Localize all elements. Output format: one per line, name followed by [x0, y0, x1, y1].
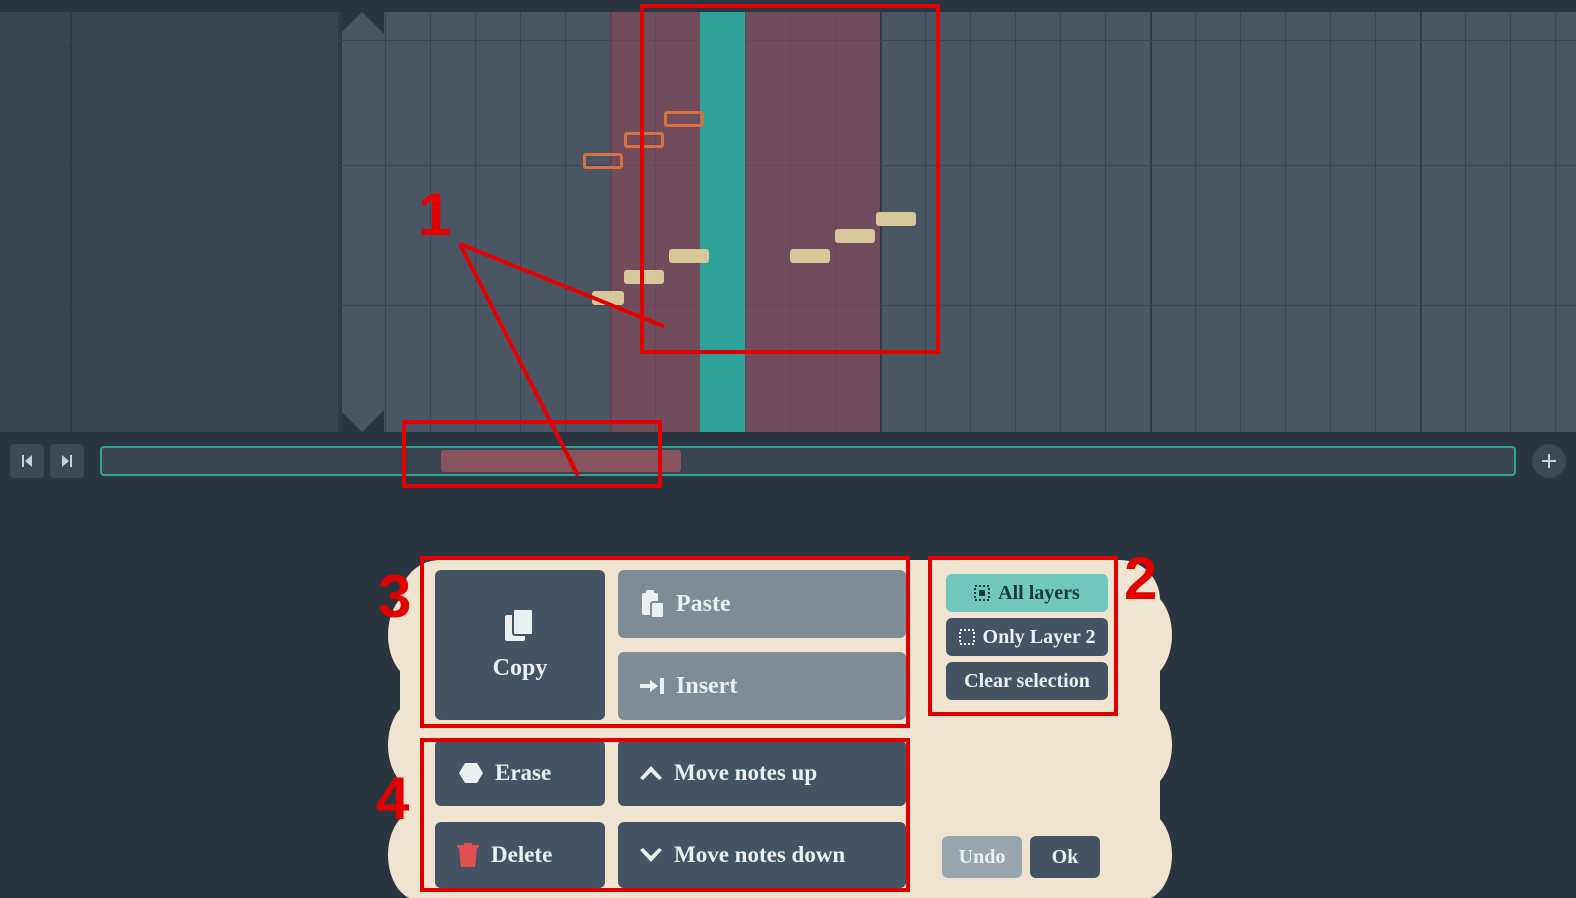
selection-region[interactable]: [745, 12, 880, 432]
add-button[interactable]: [1532, 444, 1566, 478]
selection-region[interactable]: [610, 12, 700, 432]
note[interactable]: [790, 249, 830, 263]
all-layers-button[interactable]: All layers: [946, 574, 1108, 612]
note[interactable]: [876, 212, 916, 226]
note[interactable]: [624, 270, 664, 284]
grid-column: [925, 12, 970, 432]
grid-column: [385, 12, 430, 432]
select-all-icon: [974, 585, 990, 601]
grid-column: [1375, 12, 1420, 432]
grid-column: [70, 12, 115, 432]
grid-column: [1285, 12, 1330, 432]
grid-column: [115, 12, 160, 432]
move-up-button[interactable]: Move notes up: [618, 740, 906, 806]
grid-column: [1240, 12, 1285, 432]
grid-column: [205, 12, 250, 432]
trash-icon: [457, 843, 479, 867]
insert-button[interactable]: Insert: [618, 652, 906, 720]
grid-column: [1105, 12, 1150, 432]
prev-button[interactable]: [10, 444, 44, 478]
note[interactable]: [835, 229, 875, 243]
note-outline[interactable]: [583, 153, 623, 169]
grid-column: [475, 12, 520, 432]
all-layers-label: All layers: [998, 582, 1080, 605]
chevron-up-icon: [640, 766, 662, 780]
grid-column: [1555, 12, 1576, 432]
timeline-selection-marker[interactable]: [441, 450, 681, 472]
grid-column: [160, 12, 205, 432]
clear-selection-label: Clear selection: [964, 670, 1090, 693]
delete-label: Delete: [491, 842, 552, 868]
note[interactable]: [669, 249, 709, 263]
copy-button[interactable]: Copy: [435, 570, 605, 720]
grid-column: [1465, 12, 1510, 432]
grid-column: [430, 12, 475, 432]
move-down-button[interactable]: Move notes down: [618, 822, 906, 888]
erase-icon: [457, 763, 483, 783]
note[interactable]: [592, 291, 624, 305]
note-outline[interactable]: [624, 132, 664, 148]
select-layer-icon: [959, 629, 975, 645]
grid-column: [1510, 12, 1555, 432]
playhead[interactable]: [700, 12, 745, 432]
ok-label: Ok: [1052, 846, 1079, 869]
grid-column: [340, 12, 385, 432]
grid-column: [565, 12, 610, 432]
grid-column: [1195, 12, 1240, 432]
ok-button[interactable]: Ok: [1030, 836, 1100, 878]
paste-button[interactable]: Paste: [618, 570, 906, 638]
undo-label: Undo: [959, 846, 1006, 869]
paste-label: Paste: [676, 591, 731, 618]
grid-column: [25, 12, 70, 432]
piano-roll[interactable]: [0, 12, 1576, 432]
erase-button[interactable]: Erase: [435, 740, 605, 806]
insert-icon: [640, 676, 664, 696]
copy-label: Copy: [493, 655, 548, 682]
grid-column: [1330, 12, 1375, 432]
grid-column: [1060, 12, 1105, 432]
grid-column: [520, 12, 565, 432]
copy-icon: [505, 609, 535, 643]
delete-button[interactable]: Delete: [435, 822, 605, 888]
grid-column: [1150, 12, 1195, 432]
next-button[interactable]: [50, 444, 84, 478]
chevron-down-icon: [640, 848, 662, 862]
paste-icon: [640, 590, 664, 618]
insert-label: Insert: [676, 673, 737, 700]
only-layer-button[interactable]: Only Layer 2: [946, 618, 1108, 656]
undo-button[interactable]: Undo: [942, 836, 1022, 878]
grid-column: [250, 12, 295, 432]
grid-column: [1420, 12, 1465, 432]
transport-bar: [0, 438, 1576, 484]
move-up-label: Move notes up: [674, 760, 817, 786]
move-down-label: Move notes down: [674, 842, 845, 868]
timeline-scrollbar[interactable]: [100, 446, 1516, 476]
only-layer-label: Only Layer 2: [983, 626, 1096, 649]
grid-column: [295, 12, 340, 432]
grid-column: [1015, 12, 1060, 432]
note-outline[interactable]: [664, 111, 704, 127]
grid-column: [970, 12, 1015, 432]
erase-label: Erase: [495, 760, 551, 786]
clear-selection-button[interactable]: Clear selection: [946, 662, 1108, 700]
edit-panel: Copy Paste Insert Erase Delete: [420, 560, 1140, 890]
